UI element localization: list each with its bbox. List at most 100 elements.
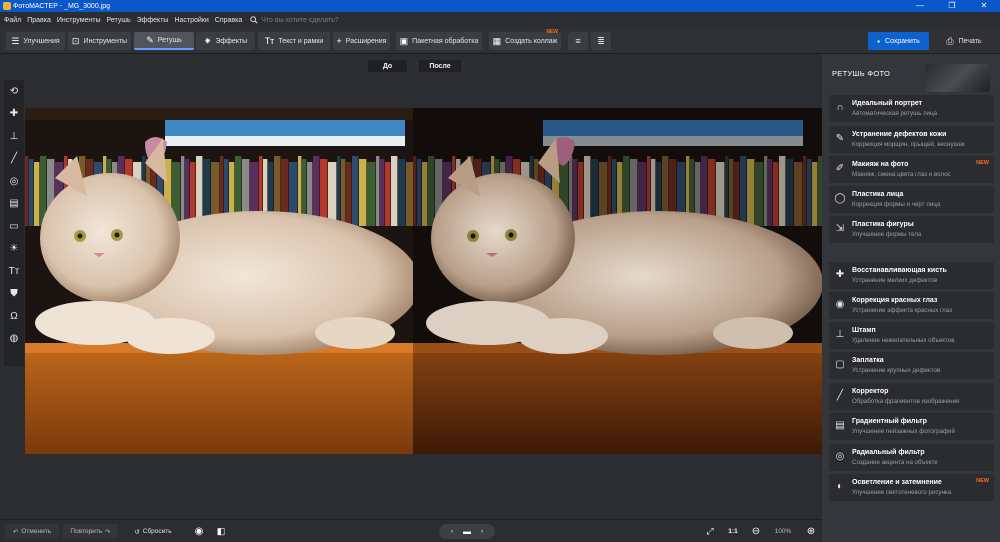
retouch-tool-stamp[interactable]: ⊥ Штамп Удаление нежелательных объектов bbox=[829, 322, 994, 349]
minimize-button[interactable]: — bbox=[904, 0, 936, 12]
tool-stamp[interactable]: ⊥ bbox=[4, 125, 24, 148]
tab-effects[interactable]: ✷ Эффекты bbox=[196, 32, 255, 50]
retouch-tool-gradient[interactable]: ▤ Градиентный фильтр Улучшение пейзажных ф… bbox=[829, 413, 994, 440]
tab-text-frames[interactable]: Тт Текст и рамки bbox=[258, 32, 330, 50]
retouch-tool-makeup[interactable]: ✐ Макияж на фото Макияж, смена цвета глаз … bbox=[829, 156, 994, 183]
eye-icon: ◉ bbox=[835, 299, 845, 310]
retouch-tool-dodge[interactable]: ◐ Осветление и затемнение Улучшение светот… bbox=[829, 474, 994, 501]
next-icon[interactable]: › bbox=[481, 528, 483, 535]
retouch-tool-title: Коррекция красных глаз bbox=[852, 297, 938, 304]
retouch-tool-subtitle: Коррекция морщин, прыщей, веснушек bbox=[852, 141, 965, 148]
reset-button[interactable]: ↺ Сбросить bbox=[128, 524, 178, 539]
tool-bucket[interactable]: ⛊ bbox=[4, 283, 24, 306]
minus-icon: ⊖ bbox=[751, 526, 761, 537]
search-input[interactable]: Что вы хотите сделать? bbox=[261, 17, 338, 24]
menu-tools[interactable]: Инструменты bbox=[57, 17, 101, 24]
menu-effects[interactable]: Эффекты bbox=[137, 17, 169, 24]
retouch-tool-portrait[interactable]: ∩ Идеальный портрет Автоматическая ретушь … bbox=[829, 95, 994, 122]
corrector-icon: ╱ bbox=[836, 390, 844, 401]
create-collage-button[interactable]: ▦ Создать коллаж NEW bbox=[489, 29, 561, 50]
face-shape-icon: ◯ bbox=[834, 193, 846, 204]
printer-icon: ⎙ bbox=[946, 35, 954, 46]
menu-help[interactable]: Справка bbox=[215, 17, 242, 24]
zoom-in-button[interactable]: ⊕ bbox=[804, 524, 818, 539]
retouch-tool-skin[interactable]: ✎ Устранение дефектов кожи Коррекция морщи… bbox=[829, 126, 994, 153]
undo-button[interactable]: ↶ Отменить bbox=[5, 524, 59, 539]
retouch-tool-subtitle: Устранение мелких дефектов bbox=[852, 277, 938, 284]
retouch-tool-title: Устранение дефектов кожи bbox=[852, 131, 947, 138]
collage-icon: ▦ bbox=[492, 35, 502, 46]
print-button[interactable]: ⎙ Печать bbox=[933, 32, 995, 50]
tool-patch[interactable]: ✚ bbox=[4, 103, 24, 126]
photo-after[interactable] bbox=[413, 108, 822, 454]
skin-icon: ✎ bbox=[835, 133, 845, 144]
retouch-tool-figure[interactable]: ⇲ Пластика фигуры Улучшение формы тела bbox=[829, 216, 994, 243]
panel-title: РЕТУШЬ ФОТО bbox=[832, 69, 891, 78]
retouch-tool-corrector[interactable]: ╱ Корректор Обработка фрагментов изображен… bbox=[829, 383, 994, 410]
search-box[interactable]: Что вы хотите сделать? bbox=[250, 16, 344, 24]
new-badge: NEW bbox=[976, 160, 989, 166]
menu-retouch[interactable]: Ретушь bbox=[107, 17, 131, 24]
maximize-button[interactable]: ❐ bbox=[936, 0, 968, 12]
menu-file[interactable]: Файл bbox=[4, 17, 21, 24]
preview-eye-button[interactable]: ◉ bbox=[190, 524, 208, 539]
face-icon: Ω bbox=[10, 310, 18, 322]
compare-button[interactable]: ◧ bbox=[213, 524, 229, 539]
brush-icon: ✎ bbox=[146, 34, 154, 45]
menu-settings[interactable]: Настройки bbox=[174, 17, 208, 24]
tool-face[interactable]: Ω bbox=[4, 305, 24, 328]
tool-frame[interactable]: ▭ bbox=[4, 215, 24, 238]
batch-processing-button[interactable]: ▣ Пакетная обработка bbox=[396, 32, 482, 50]
tab-extensions[interactable]: + Расширения bbox=[333, 32, 390, 50]
panel-header-image bbox=[925, 64, 990, 92]
tool-sun[interactable]: ☀ bbox=[4, 238, 24, 261]
tab-enhancements[interactable]: ☰ Улучшения bbox=[6, 32, 65, 50]
list-settings-button[interactable]: ≣ bbox=[591, 32, 611, 50]
fit-screen-icon: ⤢ bbox=[706, 526, 714, 536]
bucket-icon: ⛊ bbox=[10, 288, 18, 300]
after-label[interactable]: После bbox=[419, 60, 461, 72]
folder-icon[interactable]: ▬ bbox=[463, 527, 471, 536]
retouch-tool-title: Заплатка bbox=[852, 357, 884, 364]
new-badge: NEW bbox=[976, 478, 989, 484]
tool-brush[interactable]: ╱ bbox=[4, 148, 24, 171]
portrait-icon: ∩ bbox=[836, 102, 844, 113]
list-icon: ≡ bbox=[575, 36, 581, 46]
retouch-tool-radial[interactable]: ◎ Радиальный фильтр Создание акцента на об… bbox=[829, 444, 994, 471]
tool-sphere[interactable]: ◍ bbox=[4, 328, 24, 351]
close-button[interactable]: ✕ bbox=[968, 0, 1000, 12]
plus-icon: + bbox=[336, 36, 342, 46]
retouch-tool-subtitle: Макияж, смена цвета глаз и волос bbox=[852, 171, 951, 178]
search-icon bbox=[250, 16, 258, 24]
ratio-button[interactable]: 1:1 bbox=[724, 524, 742, 539]
photo-before[interactable] bbox=[25, 108, 413, 454]
batch-icon: ▣ bbox=[399, 35, 409, 46]
redo-button[interactable]: Повторить ↷ bbox=[63, 524, 118, 539]
retouch-tool-face-shape[interactable]: ◯ Пластика лица Коррекция формы и черт лиц… bbox=[829, 186, 994, 213]
file-navigator: ‹ ▬ › bbox=[439, 524, 495, 539]
tool-target[interactable]: ◎ bbox=[4, 170, 24, 193]
tool-gradient[interactable]: ▤ bbox=[4, 193, 24, 216]
fit-screen-button[interactable]: ⤢ bbox=[702, 524, 718, 539]
bottom-bar: ↶ Отменить Повторить ↷ ↺ Сбросить ◉ ◧ ‹ ▬ ›… bbox=[0, 519, 822, 542]
tool-text[interactable]: Тт bbox=[4, 260, 24, 283]
retouch-tool-patch[interactable]: ▢ Заплатка Устранение крупных дефектов bbox=[829, 352, 994, 379]
tool-rotate[interactable]: ⟲ bbox=[4, 80, 24, 103]
tab-tools[interactable]: ⊡ Инструменты bbox=[68, 32, 131, 50]
prev-icon[interactable]: ‹ bbox=[451, 528, 453, 535]
reset-icon: ↺ bbox=[134, 528, 140, 536]
window-title: ФотоМАСТЕР - _MG_3000.jpg bbox=[13, 2, 111, 10]
dodge-icon: ◐ bbox=[836, 481, 844, 492]
window-controls: — ❐ ✕ bbox=[904, 0, 1000, 12]
before-label[interactable]: До bbox=[368, 60, 407, 72]
retouch-tool-subtitle: Создание акцента на объекте bbox=[852, 459, 938, 466]
retouch-tool-eye[interactable]: ◉ Коррекция красных глаз Устранение эффект… bbox=[829, 292, 994, 319]
gradient-icon: ▤ bbox=[835, 420, 845, 431]
save-button[interactable]: ▪ Сохранить bbox=[868, 32, 929, 50]
retouch-tool-healing[interactable]: ✚ Восстанавливающая кисть Устранение мелки… bbox=[829, 262, 994, 289]
retouch-panel: РЕТУШЬ ФОТО ∩ Идеальный портрет Автоматиче… bbox=[822, 54, 1000, 542]
list-view-button[interactable]: ≡ bbox=[568, 32, 588, 50]
tab-retouch[interactable]: ✎ Ретушь bbox=[134, 32, 194, 50]
zoom-out-button[interactable]: ⊖ bbox=[750, 524, 762, 539]
menu-edit[interactable]: Правка bbox=[27, 17, 51, 24]
